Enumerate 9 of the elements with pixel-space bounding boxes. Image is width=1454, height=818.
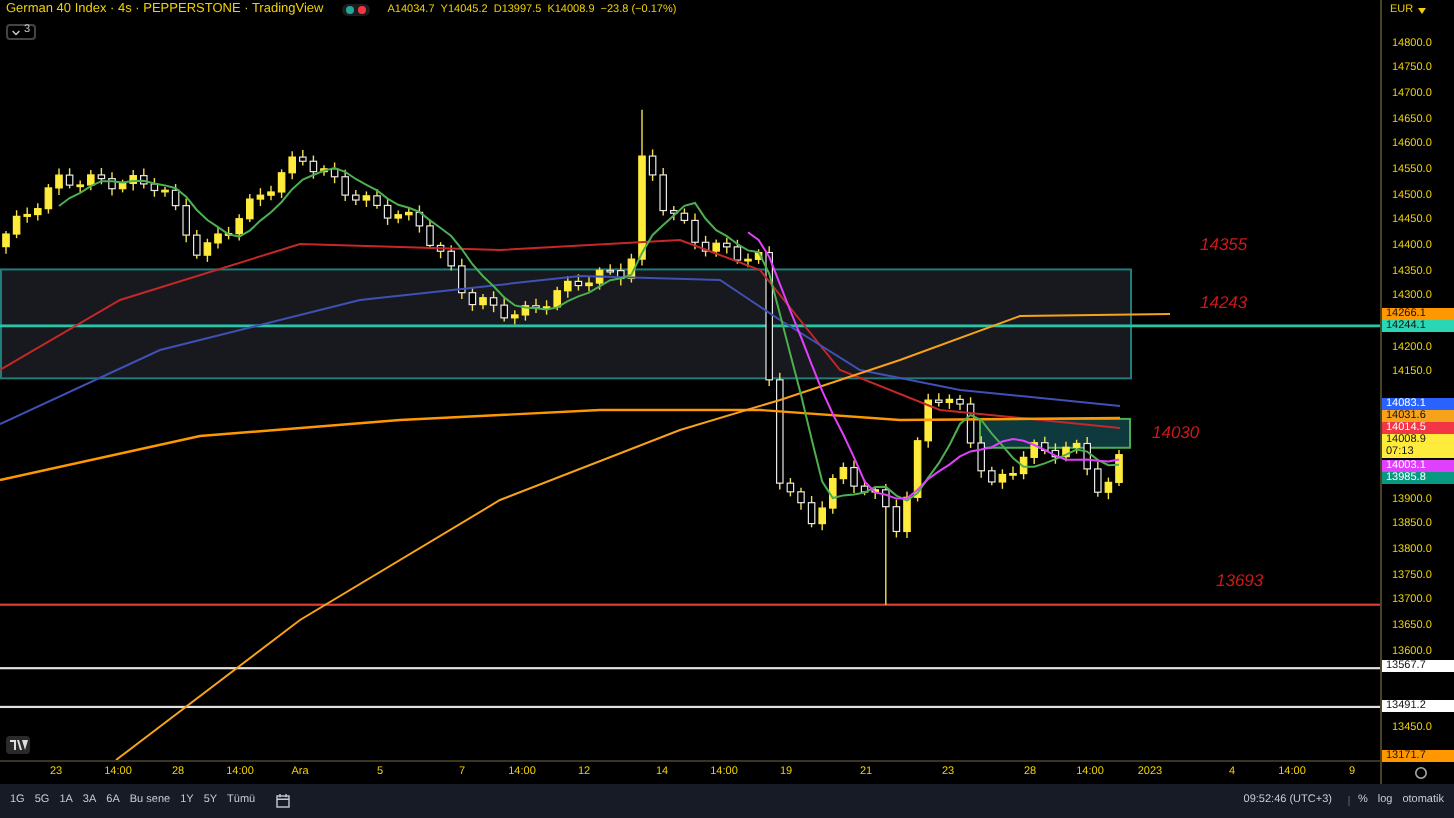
- settings-icon[interactable]: [1412, 764, 1428, 780]
- chevron-down-icon: [12, 29, 20, 35]
- price-annotation: 14243: [1200, 294, 1248, 311]
- price-annotation: 14355: [1200, 236, 1248, 253]
- price-annotation: 14030: [1152, 424, 1200, 441]
- calendar-icon[interactable]: [275, 794, 292, 808]
- tradingview-logo-icon: [6, 736, 30, 754]
- price-annotation: 13693: [1216, 572, 1264, 589]
- caret-icon: [1417, 8, 1426, 15]
